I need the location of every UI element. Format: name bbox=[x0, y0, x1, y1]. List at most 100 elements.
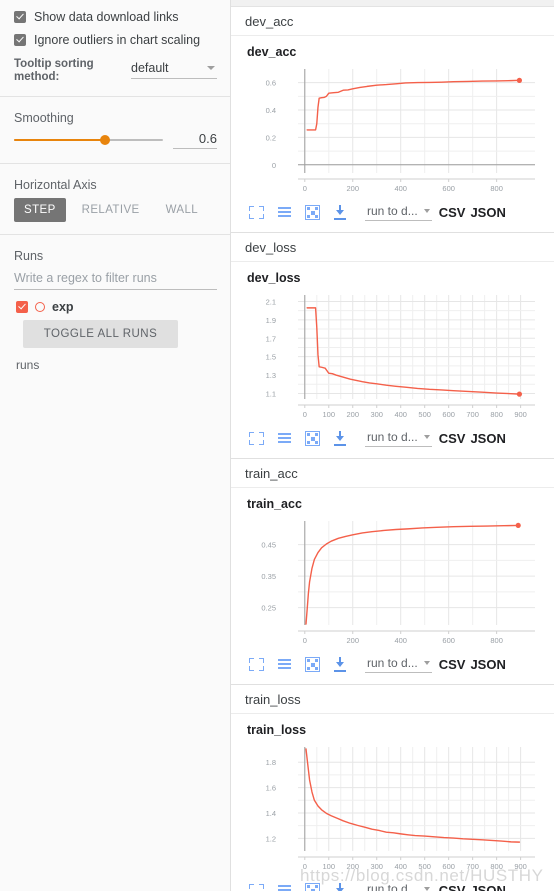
run-checkbox-icon[interactable] bbox=[16, 301, 28, 313]
svg-text:1.1: 1.1 bbox=[266, 389, 276, 398]
checkbox-icon[interactable] bbox=[14, 11, 26, 23]
axis-option-step[interactable]: STEP bbox=[14, 198, 66, 222]
run-download-select-label: run to d... bbox=[367, 882, 418, 891]
run-color-circle-icon bbox=[35, 302, 45, 312]
slider-fill bbox=[14, 139, 105, 141]
smoothing-slider[interactable] bbox=[14, 133, 163, 147]
svg-text:0.4: 0.4 bbox=[266, 106, 276, 115]
expand-box-icon[interactable] bbox=[305, 883, 320, 891]
chart-plot[interactable]: 0 0.2 0.4 0.6 0 200 400 600 800 bbox=[231, 61, 554, 202]
chart-title: dev_loss bbox=[247, 271, 301, 285]
chart-title: train_acc bbox=[247, 497, 302, 511]
csv-link[interactable]: CSV bbox=[439, 657, 466, 672]
fit-icon[interactable] bbox=[249, 883, 264, 891]
chart-card: train_loss train_loss 1.2 1.4 1.6 1.8 0 100 20… bbox=[231, 685, 554, 891]
checkbox-icon[interactable] bbox=[14, 34, 26, 46]
svg-text:400: 400 bbox=[394, 636, 407, 645]
svg-text:400: 400 bbox=[394, 410, 407, 419]
data-series-icon[interactable] bbox=[277, 883, 292, 891]
run-download-select[interactable]: run to d... bbox=[365, 204, 432, 221]
chart-toolbar: run to d... CSV JSON bbox=[231, 880, 554, 891]
svg-text:700: 700 bbox=[466, 410, 479, 419]
chevron-down-icon bbox=[207, 66, 215, 70]
run-download-select[interactable]: run to d... bbox=[365, 656, 432, 673]
svg-text:0.2: 0.2 bbox=[266, 133, 276, 142]
chart-card: dev_loss dev_loss 1.1 1.3 1.5 1.7 1.9 2.1 0 100… bbox=[231, 233, 554, 459]
svg-text:200: 200 bbox=[346, 410, 359, 419]
data-series-icon[interactable] bbox=[277, 657, 292, 672]
chart-card-header[interactable]: train_loss bbox=[231, 685, 554, 714]
svg-text:1.2: 1.2 bbox=[266, 834, 276, 843]
chart-card-header[interactable]: dev_loss bbox=[231, 233, 554, 262]
expand-box-icon[interactable] bbox=[305, 431, 320, 446]
smoothing-title: Smoothing bbox=[14, 111, 74, 125]
chart-toolbar: run to d... CSV JSON bbox=[231, 428, 554, 454]
svg-text:0: 0 bbox=[303, 184, 307, 193]
download-icon[interactable] bbox=[333, 657, 348, 672]
checkbox-label: Show data download links bbox=[34, 10, 179, 24]
run-download-select[interactable]: run to d... bbox=[365, 882, 432, 891]
download-icon[interactable] bbox=[333, 205, 348, 220]
fit-icon[interactable] bbox=[249, 657, 264, 672]
sidebar: Show data download links Ignore outliers… bbox=[0, 0, 231, 891]
expand-box-icon[interactable] bbox=[305, 657, 320, 672]
chart-card: train_acc train_acc 0.25 0.35 0.45 0 200 400 6… bbox=[231, 459, 554, 685]
fit-icon[interactable] bbox=[249, 205, 264, 220]
axis-option-wall[interactable]: WALL bbox=[156, 198, 209, 222]
slider-knob[interactable] bbox=[99, 135, 110, 145]
checkbox-row-ignore-outliers[interactable]: Ignore outliers in chart scaling bbox=[14, 30, 217, 50]
run-download-select-label: run to d... bbox=[367, 204, 418, 218]
json-link[interactable]: JSON bbox=[470, 431, 505, 446]
chart-card-header[interactable]: dev_acc bbox=[231, 7, 554, 36]
svg-text:1.5: 1.5 bbox=[266, 353, 276, 362]
svg-text:300: 300 bbox=[370, 862, 383, 871]
run-download-select[interactable]: run to d... bbox=[365, 430, 432, 447]
chart-toolbar: run to d... CSV JSON bbox=[231, 202, 554, 228]
axis-option-relative[interactable]: RELATIVE bbox=[72, 198, 150, 222]
svg-text:800: 800 bbox=[490, 862, 503, 871]
data-series-icon[interactable] bbox=[277, 205, 292, 220]
data-series-icon[interactable] bbox=[277, 431, 292, 446]
svg-text:0: 0 bbox=[272, 161, 276, 170]
chevron-down-icon bbox=[423, 435, 430, 439]
svg-text:0: 0 bbox=[303, 410, 307, 419]
sidebar-runs-section: Runs exp TOGGLE ALL RUNS runs bbox=[0, 235, 231, 380]
runs-footer-label: runs bbox=[16, 358, 40, 372]
json-link[interactable]: JSON bbox=[470, 657, 505, 672]
svg-text:800: 800 bbox=[490, 410, 503, 419]
chevron-down-icon bbox=[423, 887, 430, 891]
runs-filter-input[interactable] bbox=[14, 269, 217, 290]
chart-plot[interactable]: 1.2 1.4 1.6 1.8 0 100 200 300 400 500 600 700 800 900 bbox=[231, 739, 554, 880]
checkbox-row-show-download-links[interactable]: Show data download links bbox=[14, 7, 217, 27]
sidebar-smoothing-section: Smoothing 0.6 bbox=[0, 97, 231, 159]
fit-icon[interactable] bbox=[249, 431, 264, 446]
csv-link[interactable]: CSV bbox=[439, 431, 466, 446]
tooltip-sorting-select[interactable]: default bbox=[131, 61, 217, 79]
svg-text:900: 900 bbox=[514, 410, 527, 419]
download-links: CSV JSON bbox=[439, 883, 506, 891]
svg-text:800: 800 bbox=[490, 636, 503, 645]
csv-link[interactable]: CSV bbox=[439, 883, 466, 891]
toggle-all-runs-button[interactable]: TOGGLE ALL RUNS bbox=[23, 320, 178, 348]
json-link[interactable]: JSON bbox=[470, 883, 505, 891]
json-link[interactable]: JSON bbox=[470, 205, 505, 220]
download-icon[interactable] bbox=[333, 431, 348, 446]
chart-title: dev_acc bbox=[247, 45, 297, 59]
csv-link[interactable]: CSV bbox=[439, 205, 466, 220]
expand-box-icon[interactable] bbox=[305, 205, 320, 220]
chart-card-header[interactable]: train_acc bbox=[231, 459, 554, 488]
chevron-down-icon bbox=[423, 661, 430, 665]
smoothing-value[interactable]: 0.6 bbox=[173, 131, 217, 149]
svg-text:500: 500 bbox=[418, 862, 431, 871]
run-download-select-label: run to d... bbox=[367, 430, 418, 444]
run-item-exp[interactable]: exp bbox=[16, 300, 217, 314]
sidebar-horizontal-axis-section: Horizontal Axis STEP RELATIVE WALL bbox=[0, 164, 231, 230]
horizontal-axis-title: Horizontal Axis bbox=[14, 178, 97, 192]
chart-card-body: dev_loss 1.1 1.3 1.5 1.7 1.9 2.1 0 100 200 300 400… bbox=[231, 262, 554, 458]
charts-panel[interactable]: dev_acc dev_acc 0 0.2 0.4 0.6 0 200 400 600 800 … bbox=[231, 0, 554, 891]
chart-plot[interactable]: 0.25 0.35 0.45 0 200 400 600 800 bbox=[231, 513, 554, 654]
svg-text:800: 800 bbox=[490, 184, 503, 193]
download-icon[interactable] bbox=[333, 883, 348, 891]
svg-text:1.3: 1.3 bbox=[266, 371, 276, 380]
chart-plot[interactable]: 1.1 1.3 1.5 1.7 1.9 2.1 0 100 200 300 400 500 600 700… bbox=[231, 287, 554, 428]
